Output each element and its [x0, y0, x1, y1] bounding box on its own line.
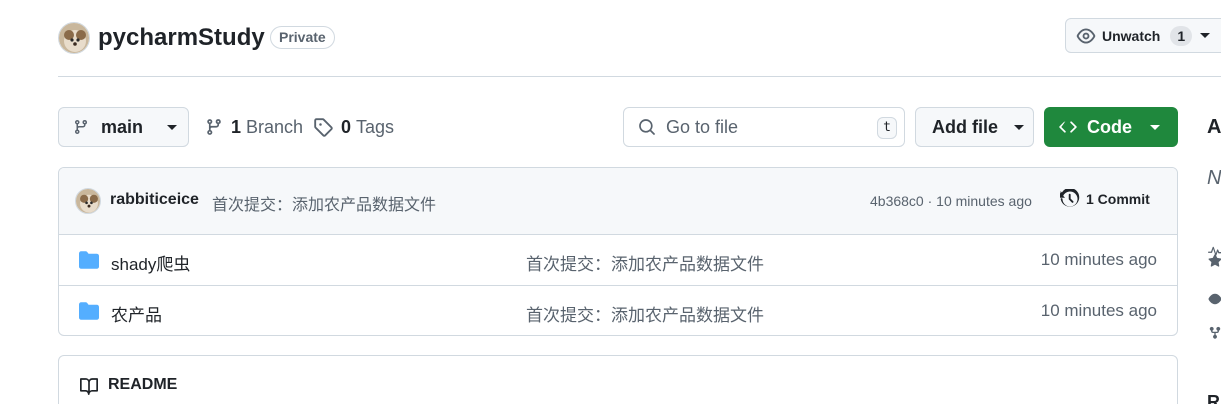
book-icon — [80, 378, 98, 395]
visibility-badge: Private — [270, 26, 335, 49]
star-icon[interactable] — [1208, 253, 1221, 269]
table-row[interactable]: shady爬虫 首次提交：添加农产品数据文件 10 minutes ago — [59, 235, 1177, 286]
readme-panel: README — [58, 355, 1178, 404]
code-button[interactable]: Code — [1044, 107, 1178, 147]
chevron-down-icon — [1150, 124, 1160, 130]
commit-author[interactable]: rabbiticeice — [110, 191, 199, 209]
go-to-file-input[interactable]: Go to file t — [623, 107, 905, 147]
commit-history-link[interactable]: 1 Commit — [1060, 189, 1150, 209]
sidebar-description: N — [1207, 167, 1221, 189]
watch-counter: 1 — [1170, 25, 1193, 46]
chevron-down-icon — [1200, 33, 1211, 38]
branch-name: main — [101, 116, 144, 137]
file-name[interactable]: 农产品 — [111, 301, 162, 326]
eye-icon[interactable] — [1208, 291, 1221, 307]
unwatch-button[interactable]: Unwatch 1 — [1065, 18, 1221, 53]
add-file-label: Add file — [932, 116, 998, 137]
history-icon — [1060, 189, 1080, 207]
code-label: Code — [1087, 116, 1132, 137]
chevron-down-icon — [167, 124, 178, 130]
file-table: rabbiticeice 首次提交：添加农产品数据文件 4b368c0 · 10… — [58, 167, 1178, 336]
branch-count: 1 — [231, 117, 242, 137]
repo-header: pycharmStudy Private Unwatch 1 — [58, 0, 1221, 77]
repo-name[interactable]: pycharmStudy — [98, 22, 265, 54]
branch-icon — [207, 119, 221, 135]
owner-avatar[interactable] — [58, 22, 90, 54]
search-icon — [639, 119, 655, 135]
branch-count-label: Branch — [246, 117, 304, 137]
file-commit-message[interactable]: 首次提交：添加农产品数据文件 — [526, 301, 764, 326]
tag-count-label: Tags — [356, 117, 395, 137]
fork-icon[interactable] — [1208, 325, 1221, 341]
unwatch-label: Unwatch — [1102, 27, 1161, 44]
tags-link[interactable]: 0 Tags — [313, 116, 394, 138]
eye-icon — [1076, 28, 1096, 43]
author-avatar[interactable] — [75, 188, 101, 214]
shortcut-key: t — [877, 117, 897, 139]
branches-link[interactable]: 1 Branch — [205, 116, 303, 138]
file-commit-message[interactable]: 首次提交：添加农产品数据文件 — [526, 250, 764, 275]
folder-icon — [79, 302, 99, 320]
branch-selector[interactable]: main — [58, 107, 189, 147]
file-name[interactable]: shady爬虫 — [111, 250, 190, 275]
search-placeholder: Go to file — [666, 116, 739, 137]
tag-icon — [314, 118, 333, 137]
sidebar-heading: A — [1207, 116, 1221, 138]
branch-icon — [75, 119, 87, 135]
chevron-down-icon — [1014, 124, 1024, 130]
folder-icon — [79, 251, 99, 269]
table-row[interactable]: 农产品 首次提交：添加农产品数据文件 10 minutes ago — [59, 286, 1177, 335]
tag-count: 0 — [341, 117, 352, 137]
add-file-button[interactable]: Add file — [915, 107, 1034, 147]
file-commit-time: 10 minutes ago — [1040, 301, 1157, 320]
commit-meta[interactable]: 4b368c0 · 10 minutes ago — [870, 193, 1032, 209]
code-icon — [1059, 121, 1077, 133]
file-commit-time: 10 minutes ago — [1040, 250, 1157, 269]
commit-message[interactable]: 首次提交：添加农产品数据文件 — [212, 191, 436, 215]
commit-count-label: 1 Commit — [1086, 191, 1150, 207]
readme-title[interactable]: README — [108, 376, 177, 394]
sidebar-section-heading: R — [1207, 392, 1220, 404]
latest-commit-bar: rabbiticeice 首次提交：添加农产品数据文件 4b368c0 · 10… — [59, 168, 1177, 235]
